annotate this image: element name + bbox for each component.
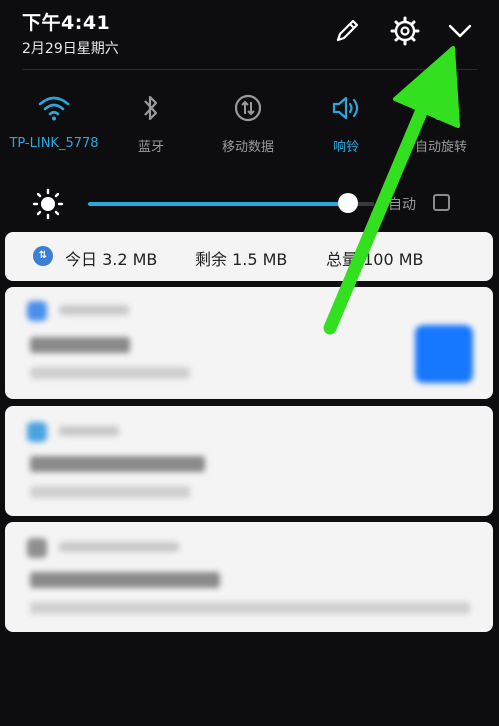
notification-card[interactable] xyxy=(5,406,493,516)
data-today: 今日 3.2 MB xyxy=(65,250,158,269)
toggle-label: 自动旋转 xyxy=(414,140,467,155)
toggle-label: 响铃 xyxy=(332,140,359,155)
toggle-mobile-data[interactable]: 移动数据 xyxy=(198,88,298,155)
brightness-icon xyxy=(32,188,64,220)
toggle-ringer[interactable]: 响铃 xyxy=(296,88,396,155)
collapse-icon[interactable] xyxy=(443,14,477,48)
app-icon xyxy=(27,538,47,558)
toggle-label: 蓝牙 xyxy=(137,140,164,155)
brightness-slider-thumb[interactable] xyxy=(338,193,358,213)
settings-icon[interactable] xyxy=(388,14,422,48)
bluetooth-icon xyxy=(101,88,201,128)
toggle-label: 移动数据 xyxy=(221,140,274,155)
auto-brightness-label: 自动 xyxy=(388,197,416,213)
toggle-auto-rotate[interactable]: 自动旋转 xyxy=(391,88,491,155)
status-header: 下午4:41 2月29日星期六 xyxy=(0,0,499,70)
notification-card[interactable] xyxy=(5,522,493,632)
edit-icon[interactable] xyxy=(330,14,364,48)
brightness-row: 自动 xyxy=(0,182,499,226)
toggle-label: TP-LINK_5778 xyxy=(9,136,99,151)
clock-time: 下午4:41 xyxy=(22,12,111,34)
data-usage-icon: ⇅ xyxy=(33,246,53,266)
app-icon xyxy=(27,422,47,442)
brightness-slider-track[interactable] xyxy=(88,202,350,206)
data-remaining: 剩余 1.5 MB xyxy=(195,250,288,269)
toggle-bluetooth[interactable]: 蓝牙 xyxy=(101,88,201,155)
auto-rotate-icon xyxy=(391,88,491,128)
quick-toggles: TP-LINK_5778 蓝牙 移动数据 响铃 自动旋转 xyxy=(0,88,499,168)
auto-brightness-checkbox[interactable] xyxy=(433,194,450,211)
notification-card[interactable] xyxy=(5,287,493,399)
app-icon xyxy=(27,301,47,321)
date-label: 2月29日星期六 xyxy=(22,41,119,57)
wifi-icon xyxy=(4,88,104,128)
data-total: 总量 100 MB xyxy=(326,250,424,269)
ringer-icon xyxy=(296,88,396,128)
notification-thumbnail xyxy=(415,325,473,383)
header-divider xyxy=(22,69,477,70)
toggle-wifi[interactable]: TP-LINK_5778 xyxy=(4,88,104,151)
data-usage-card[interactable]: ⇅ 今日 3.2 MB 剩余 1.5 MB 总量 100 MB xyxy=(5,232,493,281)
mobile-data-icon xyxy=(198,88,298,128)
